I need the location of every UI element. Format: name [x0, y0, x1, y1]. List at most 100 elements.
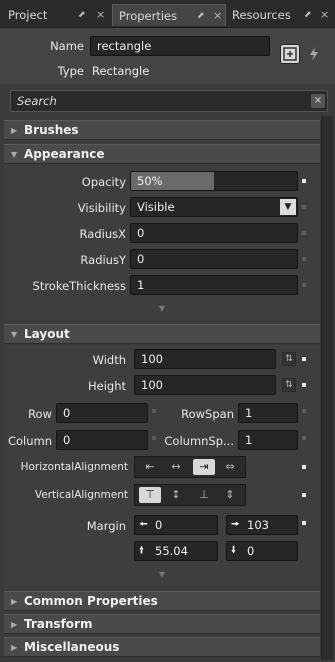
name-label: Name [50, 39, 84, 53]
arrow-left-icon: 🠘 [139, 519, 148, 530]
verticalalignment-label: VerticalAlignment [34, 489, 128, 501]
align-right-icon[interactable]: ⇥ [193, 459, 215, 475]
visibility-value: Visible [137, 200, 175, 214]
name-field[interactable]: rectangle [90, 36, 270, 56]
property-marker[interactable] [152, 436, 156, 440]
property-marker[interactable] [302, 493, 306, 497]
column-label: Column [7, 434, 52, 448]
tab-resources[interactable]: Resources ⬈ × [226, 4, 335, 26]
category-common-properties[interactable]: ▶ Common Properties [4, 591, 320, 611]
property-marker[interactable] [302, 179, 306, 183]
close-icon[interactable]: × [320, 4, 329, 26]
align-vstretch-icon[interactable]: ⇕ [219, 487, 241, 503]
column-field[interactable]: 0 [56, 430, 148, 450]
search-placeholder: Search [17, 94, 57, 108]
property-marker[interactable] [302, 383, 306, 387]
layout-section: Width 100 ⇅ Height 100 ⇅ Row 0 RowSpan 1… [4, 345, 320, 585]
clear-search-icon[interactable]: × [311, 94, 325, 108]
columnspan-label: ColumnSp... [164, 434, 234, 448]
chevron-down-icon[interactable]: ▼ [280, 199, 296, 215]
margin-bottom-field[interactable]: 🠛 0 [226, 541, 298, 561]
margin-top-field[interactable]: 🠙 55.04 [134, 541, 218, 561]
tab-bar: Project ⬈ × Properties ⬈ × Resources ⬈ × [0, 0, 335, 28]
tab-label: Resources [232, 8, 291, 22]
strokethickness-field[interactable]: 1 [130, 275, 298, 295]
auto-size-icon[interactable]: ⇅ [282, 378, 296, 392]
category-label: Miscellaneous [24, 640, 120, 654]
property-marker[interactable] [302, 257, 306, 261]
property-marker[interactable] [302, 409, 306, 413]
property-marker[interactable] [302, 283, 306, 287]
height-field[interactable]: 100 [134, 375, 276, 395]
margin-right-value: 103 [247, 518, 269, 532]
width-label: Width [92, 353, 126, 367]
appearance-section: Opacity 50% Visibility Visible ▼ RadiusX… [4, 165, 320, 320]
search-input[interactable]: Search × [10, 90, 328, 112]
category-label: Brushes [24, 123, 79, 137]
category-miscellaneous[interactable]: ▶ Miscellaneous [4, 637, 320, 657]
category-label: Common Properties [24, 594, 158, 608]
align-bottom-icon[interactable]: ⊥ [193, 487, 215, 503]
close-icon[interactable]: × [96, 4, 105, 26]
margin-label: Margin [86, 519, 126, 533]
align-left-icon[interactable]: ⇤ [139, 459, 161, 475]
opacity-slider[interactable]: 50% [130, 171, 298, 191]
visibility-label: Visibility [77, 201, 126, 215]
auto-size-icon[interactable]: ⇅ [282, 352, 296, 366]
margin-left-field[interactable]: 🠘 0 [134, 515, 218, 535]
property-marker[interactable] [302, 357, 306, 361]
property-marker[interactable] [302, 231, 306, 235]
type-label: Type [57, 64, 84, 78]
rowspan-label: RowSpan [181, 407, 234, 421]
lightning-icon[interactable] [306, 46, 322, 62]
align-center-icon[interactable]: ↔ [165, 459, 187, 475]
margin-left-value: 0 [155, 518, 163, 532]
radiusx-field[interactable]: 0 [130, 223, 298, 243]
tab-properties[interactable]: Properties ⬈ × [112, 4, 226, 26]
strokethickness-label: StrokeThickness [32, 279, 126, 293]
width-field[interactable]: 100 [134, 349, 276, 369]
advanced-expander-icon[interactable]: ▼ [154, 571, 170, 579]
category-layout[interactable]: ▼ Layout [4, 324, 320, 344]
property-marker[interactable] [302, 521, 306, 525]
radiusy-label: RadiusY [80, 253, 126, 267]
tab-project[interactable]: Project ⬈ × [2, 4, 112, 26]
scrollbar[interactable] [321, 116, 333, 660]
margin-right-field[interactable]: 🠚 103 [226, 515, 298, 535]
columnspan-field[interactable]: 1 [238, 430, 298, 450]
pin-icon[interactable]: ⬈ [304, 4, 312, 26]
radiusx-label: RadiusX [79, 227, 126, 241]
opacity-label: Opacity [81, 175, 126, 189]
category-transform[interactable]: ▶ Transform [4, 614, 320, 634]
row-label: Row [28, 407, 52, 421]
property-marker[interactable] [302, 436, 306, 440]
pin-icon[interactable]: ⬈ [78, 4, 86, 26]
property-marker[interactable] [302, 205, 306, 209]
property-marker[interactable] [152, 409, 156, 413]
arrow-right-icon: 🠚 [231, 519, 240, 530]
expand-icon: ▶ [11, 643, 18, 652]
events-toggle-icon[interactable] [280, 44, 300, 64]
vertical-alignment-group: ⊤ ↕ ⊥ ⇕ [134, 484, 246, 506]
expand-icon: ▶ [11, 620, 18, 629]
align-top-icon[interactable]: ⊤ [139, 487, 161, 503]
row-field[interactable]: 0 [56, 403, 148, 423]
property-marker[interactable] [302, 465, 306, 469]
close-icon[interactable]: × [213, 5, 222, 27]
pin-icon[interactable]: ⬈ [197, 5, 205, 27]
element-header: Name rectangle Type Rectangle [0, 28, 335, 84]
advanced-expander-icon[interactable]: ▼ [154, 305, 170, 313]
expand-icon: ▶ [11, 597, 18, 606]
align-middle-icon[interactable]: ↕ [165, 487, 187, 503]
visibility-dropdown[interactable]: Visible ▼ [130, 197, 298, 217]
collapse-icon: ▼ [11, 330, 18, 339]
tab-label: Properties [119, 9, 178, 23]
opacity-value: 50% [137, 174, 163, 188]
arrow-up-icon: 🠙 [139, 545, 145, 556]
radiusy-field[interactable]: 0 [130, 249, 298, 269]
align-stretch-icon[interactable]: ⇔ [219, 459, 241, 475]
category-brushes[interactable]: ▶ Brushes [4, 120, 320, 140]
rowspan-field[interactable]: 1 [238, 403, 298, 423]
type-value: Rectangle [92, 64, 150, 78]
category-appearance[interactable]: ▼ Appearance [4, 144, 320, 164]
